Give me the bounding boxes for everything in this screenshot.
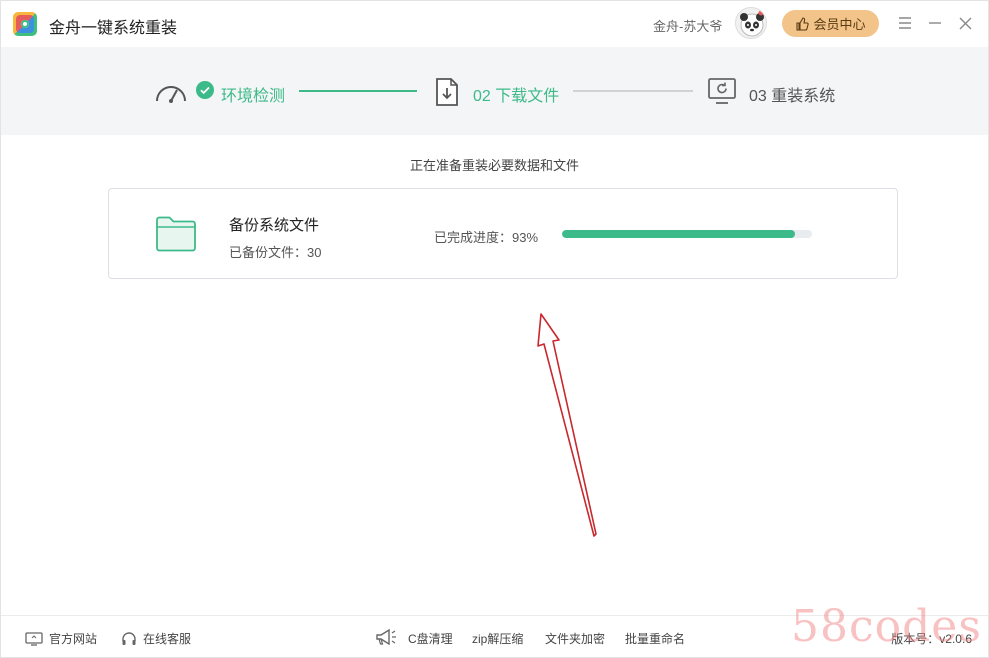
watermark: 58codes — [791, 601, 982, 652]
folder-icon — [156, 216, 196, 252]
minimize-icon — [929, 22, 941, 24]
task-card: 备份系统文件 已备份文件：30 已完成进度：93% — [108, 188, 898, 279]
vip-center-label: 会员中心 — [813, 17, 866, 32]
zip-extract-link[interactable]: zip解压缩 — [472, 630, 523, 647]
status-message: 正在准备重装必要数据和文件 — [409, 158, 579, 173]
annotation-arrow-icon — [537, 313, 597, 537]
online-service-label: 在线客服 — [143, 632, 192, 646]
title-bar: 金舟一键系统重装 金舟-苏大爷 会员中心 — [1, 1, 988, 47]
headset-icon — [122, 631, 136, 645]
batch-rename-link[interactable]: 批量重命名 — [625, 630, 685, 647]
megaphone-icon — [376, 628, 396, 646]
thumbs-up-icon — [796, 16, 810, 31]
steps-bar: 环境检测 02 下载文件 03 重装系统 — [1, 47, 988, 135]
check-circle-icon — [196, 81, 214, 99]
official-site-link[interactable]: 官方网站 — [25, 630, 97, 647]
folder-encrypt-link[interactable]: 文件夹加密 — [545, 630, 605, 647]
close-icon — [959, 17, 971, 29]
reinstall-monitor-icon — [708, 78, 736, 104]
user-name[interactable]: 金舟-苏大爷 — [653, 16, 722, 35]
task-title: 备份系统文件 — [229, 217, 320, 234]
step-download-files: 02 下载文件 — [473, 88, 560, 105]
minimize-button[interactable] — [925, 13, 945, 33]
task-backup-count: 已备份文件：30 — [229, 245, 322, 260]
panda-avatar-icon — [740, 10, 764, 37]
progress-label: 已完成进度：93% — [434, 230, 539, 245]
speedometer-icon — [156, 86, 186, 103]
step-reinstall-system: 03 重装系统 — [749, 88, 836, 105]
close-button[interactable] — [955, 13, 975, 33]
menu-button[interactable] — [895, 13, 915, 33]
app-window: 金舟一键系统重装 金舟-苏大爷 会员中心 环境检测 02 下载文件 03 重装系… — [0, 0, 989, 658]
progress-bar-fill — [562, 230, 795, 238]
download-file-icon — [436, 78, 458, 106]
avatar[interactable] — [735, 7, 767, 39]
online-service-link[interactable]: 在线客服 — [121, 630, 191, 647]
app-logo-icon — [13, 12, 37, 36]
app-title: 金舟一键系统重装 — [49, 20, 178, 37]
monitor-icon — [25, 631, 43, 646]
hamburger-menu-icon — [899, 17, 911, 29]
c-drive-cleanup-link[interactable]: C盘清理 — [408, 630, 453, 647]
step-env-check: 环境检测 — [221, 88, 286, 105]
progress-bar — [562, 230, 812, 238]
vip-center-button[interactable]: 会员中心 — [782, 10, 879, 37]
step-connector-done — [299, 90, 417, 92]
step-connector-pending — [573, 90, 693, 92]
official-site-label: 官方网站 — [49, 632, 98, 646]
